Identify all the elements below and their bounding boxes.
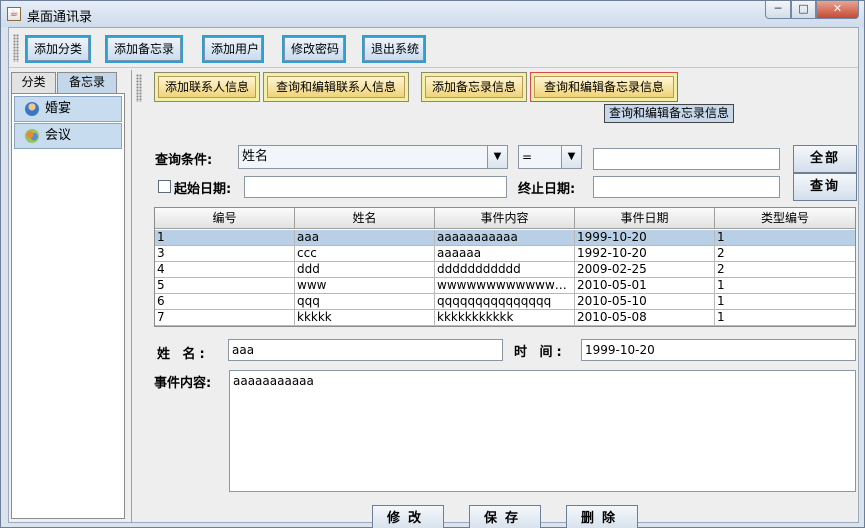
add-category-button[interactable]: 添加分类: [25, 35, 91, 63]
list-item-wedding[interactable]: 婚宴: [14, 96, 122, 122]
minimize-button[interactable]: ─: [765, 1, 791, 19]
client-area: 添加分类 添加备忘录 添加用户 修改密码 退出系统 分类 备忘录 婚宴 会议 添…: [8, 27, 859, 528]
memo-category-list: 婚宴 会议: [11, 93, 125, 519]
column-header[interactable]: 姓名: [295, 208, 435, 228]
column-header[interactable]: 事件内容: [435, 208, 575, 228]
chevron-down-icon: ▼: [561, 146, 581, 168]
column-header[interactable]: 事件日期: [575, 208, 715, 228]
main-toolbar: 添加分类 添加备忘录 添加用户 修改密码 退出系统: [9, 28, 858, 68]
all-button[interactable]: 全部: [793, 145, 857, 173]
java-app-icon: ☕: [7, 7, 21, 21]
column-header[interactable]: 编号: [155, 208, 295, 228]
table-row[interactable]: 3 ccc aaaaaa 1992-10-20 2: [155, 246, 855, 262]
start-date-checkbox[interactable]: [158, 180, 171, 193]
memo-table: 编号 姓名 事件内容 事件日期 类型编号 1 aaa aaaaaaaaaaa 1999…: [154, 207, 856, 327]
title-bar[interactable]: ☕ 桌面通讯录 ─ □ ✕: [1, 1, 864, 27]
add-contact-button[interactable]: 添加联系人信息: [154, 72, 260, 102]
tab-memo[interactable]: 备忘录: [57, 72, 117, 93]
add-memo-info-button[interactable]: 添加备忘录信息: [421, 72, 527, 102]
person-icon: [25, 102, 39, 116]
list-item-label: 会议: [45, 128, 72, 143]
list-item-meeting[interactable]: 会议: [14, 123, 122, 149]
save-button[interactable]: 保存: [469, 505, 541, 528]
keyword-input[interactable]: [593, 148, 780, 170]
action-toolbar-grip[interactable]: [136, 74, 142, 102]
tab-category[interactable]: 分类: [11, 72, 56, 93]
query-edit-memo-button[interactable]: 查询和编辑备忘录信息: [530, 72, 678, 102]
end-date-input[interactable]: [593, 176, 780, 198]
start-date-input[interactable]: [244, 176, 507, 198]
right-panel: 添加联系人信息 查询和编辑联系人信息 添加备忘录信息 查询和编辑备忘录信息 查询…: [131, 70, 858, 528]
query-button[interactable]: 查询: [793, 173, 857, 201]
table-row[interactable]: 4 ddd ddddddddddd 2009-02-25 2: [155, 262, 855, 278]
add-memo-button[interactable]: 添加备忘录: [105, 35, 183, 63]
chevron-down-icon: ▼: [487, 146, 507, 168]
condition-field-select[interactable]: 姓名 ▼: [238, 145, 508, 169]
table-row[interactable]: 6 qqq qqqqqqqqqqqqqqq 2010-05-10 1: [155, 294, 855, 310]
list-item-label: 婚宴: [45, 101, 72, 116]
left-panel: 分类 备忘录 婚宴 会议: [9, 70, 129, 522]
table-row[interactable]: 7 kkkkk kkkkkkkkkkk 2010-05-08 1: [155, 310, 855, 326]
app-window: ☕ 桌面通讯录 ─ □ ✕ 添加分类 添加备忘录 添加用户 修改密码 退出系统 …: [0, 0, 865, 528]
table-row[interactable]: 1 aaa aaaaaaaaaaa 1999-10-20 1: [155, 230, 855, 246]
add-user-button[interactable]: 添加用户: [202, 35, 264, 63]
content-label: 事件内容:: [154, 376, 212, 391]
maximize-button[interactable]: □: [791, 1, 816, 19]
modify-button[interactable]: 修改: [372, 505, 444, 528]
tooltip: 查询和编辑备忘录信息: [604, 104, 735, 123]
name-label: 姓 名:: [157, 347, 209, 362]
name-input[interactable]: aaa: [228, 339, 503, 361]
change-password-button[interactable]: 修改密码: [282, 35, 346, 63]
operator-select[interactable]: = ▼: [518, 145, 582, 169]
content-textarea[interactable]: aaaaaaaaaaa: [229, 370, 856, 492]
condition-label: 查询条件:: [155, 153, 213, 168]
column-header[interactable]: 类型编号: [715, 208, 855, 228]
delete-button[interactable]: 删除: [566, 505, 638, 528]
table-row[interactable]: 5 www wwwwwwwwwwwwww... 2010-05-01 1: [155, 278, 855, 294]
exit-system-button[interactable]: 退出系统: [362, 35, 426, 63]
group-icon: [25, 129, 39, 143]
table-header: 编号 姓名 事件内容 事件日期 类型编号: [155, 208, 855, 229]
window-title: 桌面通讯录: [27, 10, 93, 25]
query-edit-contact-button[interactable]: 查询和编辑联系人信息: [263, 72, 409, 102]
end-date-label: 终止日期:: [518, 182, 576, 197]
toolbar-grip[interactable]: [13, 34, 19, 62]
close-button[interactable]: ✕: [816, 1, 859, 19]
start-date-label: 起始日期:: [174, 182, 232, 197]
time-input[interactable]: 1999-10-20: [581, 339, 856, 361]
time-label: 时 间:: [514, 345, 566, 360]
